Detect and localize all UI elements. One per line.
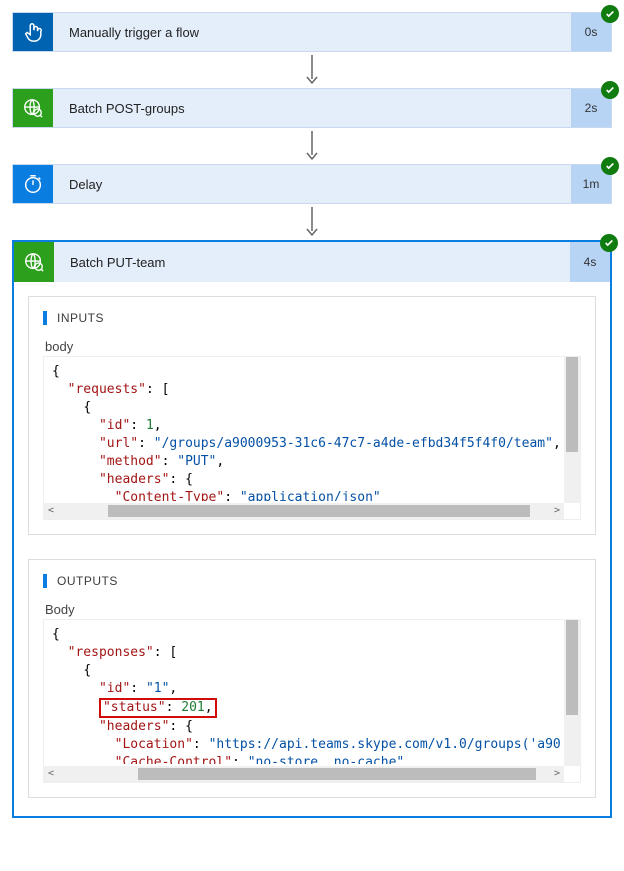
step-trigger[interactable]: Manually trigger a flow 0s: [12, 12, 612, 52]
inputs-heading: INPUTS: [43, 311, 581, 325]
success-check-icon: [601, 81, 619, 99]
arrow-icon: [305, 128, 319, 164]
success-check-icon: [601, 157, 619, 175]
inputs-field-label: body: [45, 339, 581, 354]
globe-icon: [14, 242, 54, 282]
vertical-scrollbar[interactable]: [564, 357, 580, 503]
touch-icon: [13, 13, 53, 51]
step-title: Manually trigger a flow: [53, 13, 571, 51]
timer-icon: [13, 165, 53, 203]
horizontal-scrollbar[interactable]: < >: [44, 503, 564, 519]
step-batch-put-team-expanded: Batch PUT-team 4s INPUTS body { "request…: [12, 240, 612, 818]
step-title: Batch PUT-team: [54, 242, 570, 282]
step-title: Delay: [53, 165, 571, 203]
step-batch-put-team[interactable]: Batch PUT-team 4s: [14, 242, 610, 282]
vertical-scrollbar[interactable]: [564, 620, 580, 766]
arrow-icon: [305, 52, 319, 88]
inputs-panel: INPUTS body { "requests": [ { "id": 1, "…: [28, 296, 596, 535]
success-check-icon: [601, 5, 619, 23]
globe-icon: [13, 89, 53, 127]
step-batch-post-groups[interactable]: Batch POST-groups 2s: [12, 88, 612, 128]
step-delay[interactable]: Delay 1m: [12, 164, 612, 204]
chevron-right-icon[interactable]: >: [550, 765, 564, 783]
success-check-icon: [600, 234, 618, 252]
outputs-field-label: Body: [45, 602, 581, 617]
chevron-left-icon[interactable]: <: [44, 502, 58, 520]
outputs-panel: OUTPUTS Body { "responses": [ { "id": "1…: [28, 559, 596, 798]
arrow-icon: [305, 204, 319, 240]
step-title: Batch POST-groups: [53, 89, 571, 127]
chevron-left-icon[interactable]: <: [44, 765, 58, 783]
horizontal-scrollbar[interactable]: < >: [44, 766, 564, 782]
chevron-right-icon[interactable]: >: [550, 502, 564, 520]
outputs-code[interactable]: { "responses": [ { "id": "1", "status": …: [43, 619, 581, 783]
outputs-heading: OUTPUTS: [43, 574, 581, 588]
inputs-code[interactable]: { "requests": [ { "id": 1, "url": "/grou…: [43, 356, 581, 520]
